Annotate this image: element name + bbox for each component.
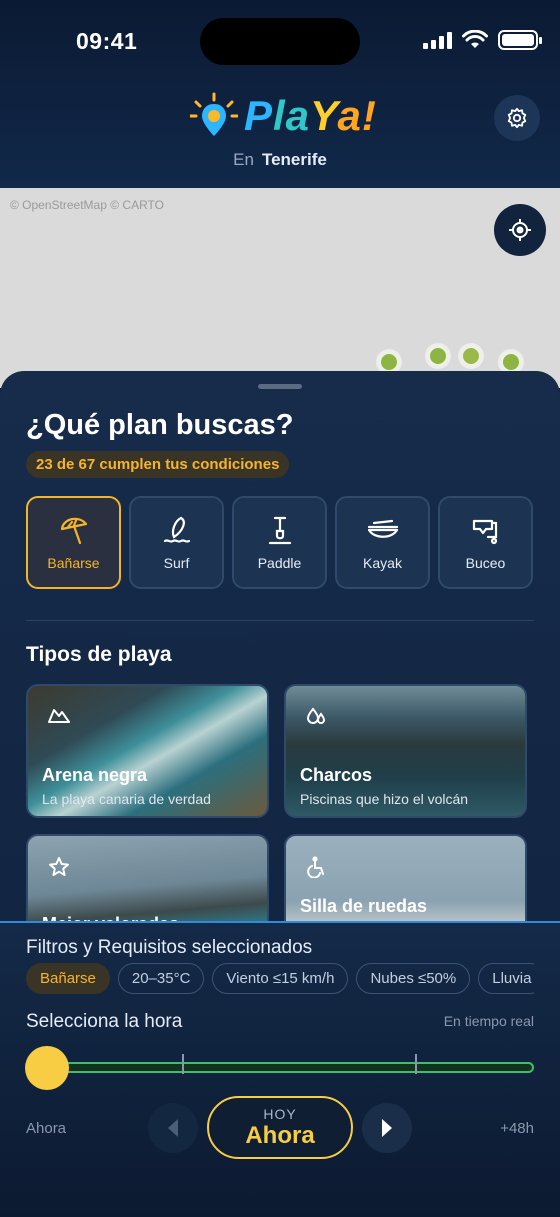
activity-label: Surf xyxy=(163,554,190,571)
logo-text: PlaYa! xyxy=(244,92,377,139)
location-line[interactable]: En Tenerife xyxy=(0,150,560,170)
droplets-icon xyxy=(306,707,326,724)
day-label: HOY xyxy=(263,1106,297,1122)
sun-pin-icon xyxy=(190,92,238,136)
beach-type-card[interactable]: Arena negra La playa canaria de verdad xyxy=(26,684,269,818)
dynamic-island xyxy=(200,18,360,65)
section-title: Tipos de playa xyxy=(26,643,172,666)
chevron-right-icon xyxy=(382,1119,392,1137)
filters-title: Filtros y Requisitos seleccionados xyxy=(26,937,313,958)
filter-chip[interactable]: Bañarse xyxy=(26,963,110,994)
slider-tick xyxy=(415,1054,417,1074)
realtime-label[interactable]: En tiempo real xyxy=(444,1013,534,1029)
app-logo: PlaYa! xyxy=(190,92,377,140)
location-city: Tenerife xyxy=(261,150,327,169)
sheet-handle[interactable] xyxy=(258,384,302,389)
plan-sheet: ¿Qué plan buscas? 23 de 67 cumplen tus c… xyxy=(0,371,560,968)
activity-banarse[interactable]: Bañarse xyxy=(26,496,121,589)
activity-selector: Bañarse Surf Paddle Kayak Buceo xyxy=(26,496,533,589)
chevron-left-icon xyxy=(168,1119,178,1137)
divider xyxy=(26,620,534,621)
card-subtitle: Piscinas que hizo el volcán xyxy=(300,791,469,807)
locate-me-button[interactable] xyxy=(494,204,546,256)
map-view[interactable]: © OpenStreetMap © CARTO xyxy=(0,188,560,388)
sheet-title: ¿Qué plan buscas? xyxy=(26,409,294,441)
filter-chips: Bañarse 20–35°C Viento ≤15 km/h Nubes ≤5… xyxy=(26,963,534,994)
next-time-button[interactable] xyxy=(362,1103,412,1153)
beach-marker[interactable] xyxy=(378,351,400,373)
count-badge: 23 de 67 cumplen tus condiciones xyxy=(26,451,290,478)
signal-icon xyxy=(423,31,452,49)
snorkel-icon xyxy=(472,519,497,544)
slider-start-label: Ahora xyxy=(26,1120,67,1137)
activity-paddle[interactable]: Paddle xyxy=(232,496,327,589)
mountain-icon xyxy=(48,709,70,723)
activity-label: Bañarse xyxy=(47,554,100,571)
settings-button[interactable] xyxy=(494,95,540,141)
app-header: 09:41 PlaYa! En Tenerife xyxy=(0,0,560,190)
card-subtitle: La playa canaria de verdad xyxy=(42,791,211,807)
time-slider-track[interactable] xyxy=(46,1062,534,1073)
filter-chip[interactable]: 20–35°C xyxy=(117,963,205,994)
umbrella-icon xyxy=(60,517,87,544)
activity-label: Paddle xyxy=(257,554,302,571)
beach-marker[interactable] xyxy=(427,345,449,367)
previous-time-button[interactable] xyxy=(148,1103,198,1153)
crosshair-icon xyxy=(509,219,531,241)
filter-chip[interactable]: Nubes ≤50% xyxy=(356,963,471,994)
selected-time-pill[interactable]: HOY Ahora xyxy=(207,1096,353,1159)
activity-surf[interactable]: Surf xyxy=(129,496,224,589)
filters-panel: Filtros y Requisitos seleccionados Bañar… xyxy=(0,921,560,1217)
status-icons xyxy=(423,30,542,50)
activity-buceo[interactable]: Buceo xyxy=(438,496,533,589)
time-slider-thumb[interactable] xyxy=(25,1046,69,1090)
gear-icon xyxy=(507,107,527,129)
filter-chip[interactable]: Lluvia xyxy=(478,963,534,994)
card-title: Arena negra xyxy=(42,765,148,785)
activity-label: Kayak xyxy=(363,554,402,571)
paddle-icon xyxy=(268,516,291,544)
hour-label: Selecciona la hora xyxy=(26,1011,183,1032)
activity-kayak[interactable]: Kayak xyxy=(335,496,430,589)
time-value: Ahora xyxy=(245,1122,315,1149)
beach-marker[interactable] xyxy=(460,345,482,367)
beach-type-card[interactable]: Charcos Piscinas que hizo el volcán xyxy=(284,684,527,818)
beach-marker[interactable] xyxy=(500,351,522,373)
battery-icon xyxy=(498,30,542,50)
slider-end-label: +48h xyxy=(500,1120,534,1137)
map-attribution: © OpenStreetMap © CARTO xyxy=(10,198,164,212)
slider-tick xyxy=(182,1054,184,1074)
wheelchair-icon xyxy=(307,856,324,878)
card-title: Charcos xyxy=(300,765,373,785)
filter-chip[interactable]: Viento ≤15 km/h xyxy=(212,963,349,994)
surfboard-icon xyxy=(163,516,190,543)
card-title: Silla de ruedas xyxy=(300,896,428,916)
kayak-icon xyxy=(367,519,398,538)
location-prefix: En xyxy=(233,150,254,169)
activity-label: Buceo xyxy=(465,554,506,571)
star-icon xyxy=(49,857,69,876)
wifi-icon xyxy=(462,30,488,48)
status-time: 09:41 xyxy=(76,28,138,54)
